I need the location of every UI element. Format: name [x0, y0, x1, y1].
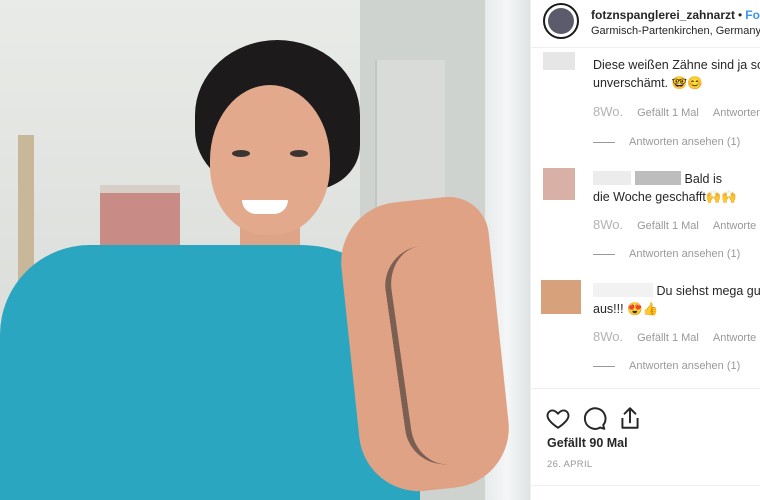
header-line: fotznspanglerei_zahnarzt • Fo [591, 8, 760, 22]
comment-avatar[interactable] [543, 52, 575, 70]
person-eye-right [290, 150, 308, 157]
censored-username [593, 171, 631, 185]
location-link[interactable]: Garmisch-Partenkirchen, Germany [591, 25, 760, 37]
username-link[interactable]: fotznspanglerei_zahnarzt [591, 8, 735, 22]
comment-bubble-icon[interactable] [581, 405, 607, 431]
comment-text-fragment: Du siehst mega gut [656, 284, 760, 298]
post-date: 26. APRIL [547, 459, 593, 470]
comment-meta: 8Wo. Gefällt 1 Mal Antworte [593, 329, 760, 344]
post-header: fotznspanglerei_zahnarzt • Fo Garmisch-Par… [531, 0, 760, 48]
comment-likes-link[interactable]: Gefällt 1 Mal [637, 220, 699, 232]
likes-count[interactable]: Gefällt 90 Mal [547, 436, 628, 450]
comment-text-line: Diese weißen Zähne sind ja sch [593, 58, 760, 72]
add-comment-divider [531, 485, 760, 486]
comment-text-line: Bald is [593, 170, 760, 188]
comment-reply-button[interactable]: Antworte [713, 220, 756, 232]
comment-text: Du siehst mega gut aus!!! 😍👍 [593, 282, 760, 318]
view-replies-button[interactable]: Antworten ansehen (1) [593, 136, 740, 148]
view-replies-button[interactable]: Antworten ansehen (1) [593, 248, 740, 260]
replies-divider [593, 141, 615, 143]
comment-reply-button[interactable]: Antworte [713, 332, 756, 344]
view-replies-label: Antworten ansehen (1) [629, 360, 741, 372]
view-replies-label: Antworten ansehen (1) [629, 136, 741, 148]
comment-age: 8Wo. [593, 329, 624, 344]
comment-likes-link[interactable]: Gefällt 1 Mal [637, 107, 699, 119]
comment-text-fragment: Bald is [684, 172, 723, 186]
comment-meta: 8Wo. Gefällt 1 Mal Antworte [593, 217, 760, 232]
share-upload-icon[interactable] [617, 405, 643, 431]
person-smile [242, 200, 288, 214]
comment-text-line: unverschämt. 🤓😊 [593, 76, 703, 90]
replies-divider [593, 365, 615, 367]
view-replies-label: Antworten ansehen (1) [629, 248, 741, 260]
censored-username [635, 171, 681, 185]
person-eye-left [232, 150, 250, 157]
comment-text: Bald is die Woche geschafft🙌🙌 [593, 170, 760, 206]
view-replies-button[interactable]: Antworten ansehen (1) [593, 360, 740, 372]
replies-divider [593, 253, 615, 255]
follow-button[interactable]: Fo [745, 8, 760, 22]
comment-avatar[interactable] [543, 168, 575, 200]
comment-text-line: aus!!! 😍👍 [593, 302, 659, 316]
post-actions: Gefällt 90 Mal 26. APRIL [531, 388, 760, 498]
comment-age: 8Wo. [593, 104, 624, 119]
comment-meta: 8Wo. Gefällt 1 Mal Antworten [593, 104, 760, 119]
censored-username [593, 283, 653, 297]
comment-likes-link[interactable]: Gefällt 1 Mal [637, 332, 699, 344]
comment-reply-button[interactable]: Antworten [713, 107, 760, 119]
comment-text-line: die Woche geschafft🙌🙌 [593, 190, 737, 204]
comments-panel: fotznspanglerei_zahnarzt • Fo Garmisch-Par… [530, 0, 760, 500]
heart-icon[interactable] [545, 405, 571, 431]
post-photo[interactable] [0, 0, 530, 500]
profile-avatar[interactable] [543, 3, 579, 39]
separator-dot: • [738, 8, 743, 22]
comment-age: 8Wo. [593, 217, 624, 232]
avatar-image [548, 8, 574, 34]
comment-text: Diese weißen Zähne sind ja sch unverschä… [593, 56, 760, 92]
comment-text-line: Du siehst mega gut [593, 282, 760, 300]
comment-avatar[interactable] [541, 280, 581, 314]
